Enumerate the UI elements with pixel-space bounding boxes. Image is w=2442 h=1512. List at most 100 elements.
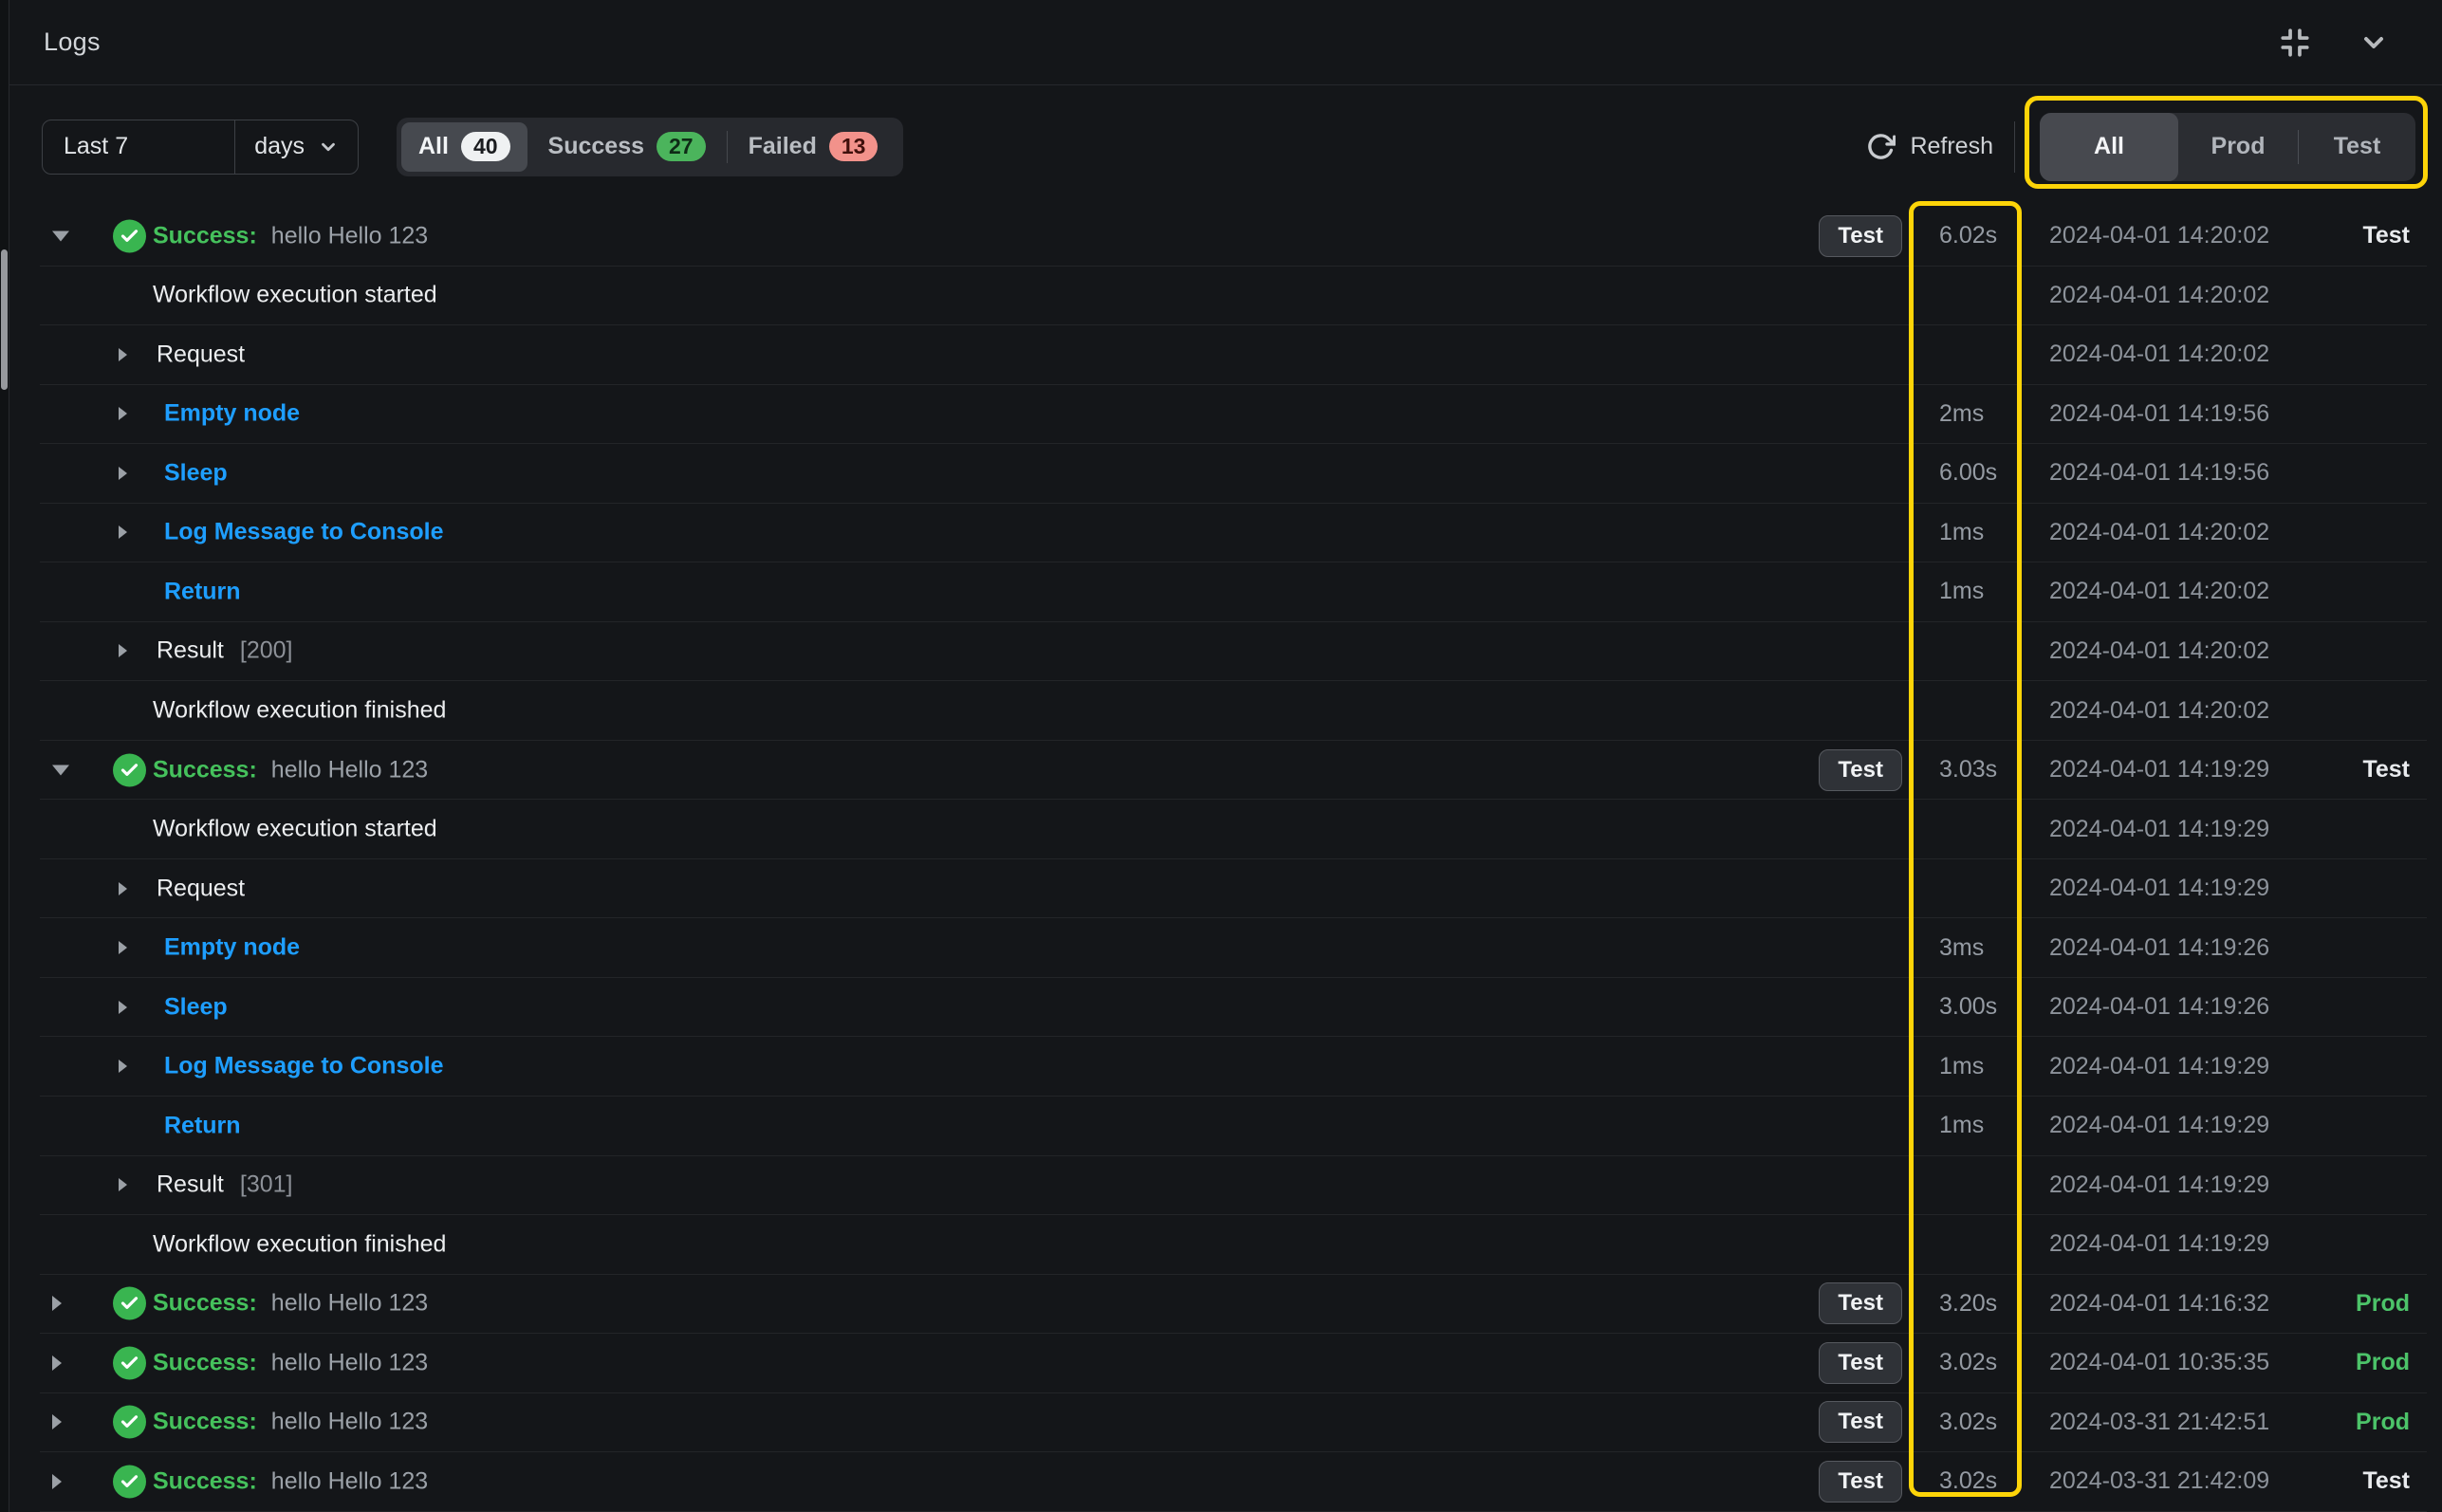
timestamp-cell: 2024-04-01 14:19:29 — [2049, 1052, 2270, 1079]
badge-cell — [1803, 385, 1916, 444]
log-row[interactable]: Log Message to Console 1ms 2024-04-01 14:1… — [40, 1037, 2427, 1097]
env-cell: Prod — [2356, 1408, 2410, 1435]
log-row[interactable]: Workflow execution started 2024-04-01 14:… — [40, 800, 2427, 859]
step-link[interactable]: Empty node — [164, 934, 300, 962]
env-cell: Test — [2362, 1467, 2410, 1495]
log-row[interactable]: Empty node 2ms 2024-04-01 14:19:56 — [40, 385, 2427, 445]
env-cell — [2303, 859, 2427, 918]
step-link[interactable]: Return — [164, 1112, 241, 1139]
caret-right-icon[interactable] — [52, 1473, 62, 1489]
caret-right-icon[interactable] — [119, 1178, 127, 1192]
test-button[interactable]: Test — [1819, 1401, 1902, 1444]
caret-down-icon[interactable] — [52, 230, 69, 242]
test-button[interactable]: Test — [1819, 1460, 1902, 1503]
badge-cell: Test — [1803, 207, 1916, 266]
caret-right-icon[interactable] — [119, 1060, 127, 1074]
step-link[interactable]: Log Message to Console — [164, 1053, 443, 1080]
log-group-row[interactable]: Success: hello Hello 123 Test 6.02s 2024-04-… — [40, 207, 2427, 267]
log-row[interactable]: Sleep 3.00s 2024-04-01 14:19:26 — [40, 978, 2427, 1038]
log-row[interactable]: Sleep 6.00s 2024-04-01 14:19:56 — [40, 444, 2427, 504]
timestamp-cell: 2024-03-31 21:42:09 — [2049, 1467, 2270, 1495]
log-row[interactable]: Return 1ms 2024-04-01 14:19:29 — [40, 1097, 2427, 1156]
env-cell — [2303, 562, 2427, 621]
caret-right-icon[interactable] — [119, 526, 127, 540]
log-row[interactable]: Request 2024-04-01 14:19:29 — [40, 859, 2427, 919]
step-link[interactable]: Empty node — [164, 400, 300, 428]
log-row[interactable]: Empty node 3ms 2024-04-01 14:19:26 — [40, 918, 2427, 978]
log-row[interactable]: Workflow execution started 2024-04-01 14:… — [40, 267, 2427, 326]
log-group-row[interactable]: Success: hello Hello 123 Test 3.20s 2024-04-… — [40, 1275, 2427, 1335]
caret-right-icon[interactable] — [119, 644, 127, 658]
row-main: Success: hello Hello 123 — [40, 1452, 1803, 1511]
duration-cell — [1916, 622, 2028, 681]
refresh-button[interactable]: Refresh — [1866, 132, 1993, 161]
step-text: Result — [157, 1171, 224, 1198]
chevron-down-icon — [322, 142, 335, 151]
test-button[interactable]: Test — [1819, 1341, 1902, 1384]
log-row[interactable]: Result [200] 2024-04-01 14:20:02 — [40, 622, 2427, 682]
range-unit-select[interactable]: days — [235, 120, 358, 174]
caret-right-icon[interactable] — [119, 941, 127, 955]
test-button[interactable]: Test — [1819, 214, 1902, 257]
log-row[interactable]: Result [301] 2024-04-01 14:19:29 — [40, 1156, 2427, 1216]
status-tab-all[interactable]: All 40 — [401, 121, 527, 172]
timestamp-cell: 2024-04-01 14:20:02 — [2049, 222, 2270, 249]
step-link[interactable]: Return — [164, 578, 241, 605]
logs-panel: Logs Last 7 days All 40 Success 27 Faile… — [0, 0, 2442, 1512]
badge-cell — [1803, 504, 1916, 562]
log-group-row[interactable]: Success: hello Hello 123 Test 3.02s 2024-03-… — [40, 1452, 2427, 1512]
caret-down-icon[interactable] — [52, 765, 69, 776]
log-row[interactable]: Request 2024-04-01 14:20:02 — [40, 325, 2427, 385]
caret-right-icon[interactable] — [119, 881, 127, 895]
test-button[interactable]: Test — [1819, 1282, 1902, 1325]
env-cell — [2303, 1156, 2427, 1215]
step-link[interactable]: Sleep — [164, 993, 228, 1021]
time-range-picker: Last 7 days — [42, 119, 359, 175]
row-main: Log Message to Console — [40, 504, 1803, 562]
duration-cell: 3.03s — [1939, 756, 1998, 784]
log-row[interactable]: Workflow execution finished 2024-04-01 14… — [40, 1215, 2427, 1275]
caret-right-icon[interactable] — [52, 1355, 62, 1371]
caret-right-icon[interactable] — [52, 1296, 62, 1312]
caret-right-icon[interactable] — [52, 1414, 62, 1430]
workflow-message: hello Hello 123 — [270, 1289, 429, 1317]
duration-cell: 3.00s — [1939, 993, 1998, 1021]
env-tab-all[interactable]: All — [2040, 112, 2178, 181]
timestamp-cell: 2024-04-01 14:19:26 — [2049, 933, 2270, 961]
log-group-row[interactable]: Success: hello Hello 123 Test 3.03s 2024-04-… — [40, 741, 2427, 801]
row-main: Workflow execution finished — [40, 681, 1803, 740]
log-group-row[interactable]: Success: hello Hello 123 Test 3.02s 2024-04-… — [40, 1334, 2427, 1393]
row-main: Empty node — [40, 385, 1803, 444]
log-group-row[interactable]: Success: hello Hello 123 Test 3.02s 2024-03-… — [40, 1393, 2427, 1453]
step-link[interactable]: Sleep — [164, 459, 228, 487]
chevron-down-icon[interactable] — [2359, 28, 2389, 58]
caret-right-icon[interactable] — [119, 466, 127, 480]
caret-right-icon[interactable] — [119, 1000, 127, 1014]
log-row[interactable]: Workflow execution finished 2024-04-01 14… — [40, 681, 2427, 741]
status-label: Success: — [153, 222, 257, 249]
duration-cell — [1916, 681, 2028, 740]
log-row[interactable]: Return 1ms 2024-04-01 14:20:02 — [40, 562, 2427, 622]
duration-cell — [1916, 1215, 2028, 1274]
caret-right-icon[interactable] — [119, 407, 127, 421]
collapse-icon[interactable] — [2279, 27, 2311, 59]
status-label: Success: — [153, 756, 257, 784]
status-tab-failed[interactable]: Failed 13 — [728, 122, 899, 172]
range-value-input[interactable]: Last 7 — [43, 120, 234, 174]
step-link[interactable]: Log Message to Console — [164, 519, 443, 546]
left-scrollbar[interactable] — [0, 0, 9, 1512]
status-tab-success[interactable]: Success 27 — [527, 122, 727, 172]
timestamp-cell: 2024-04-01 14:19:29 — [2049, 756, 2270, 784]
env-tab-prod[interactable]: Prod — [2178, 113, 2298, 181]
test-button[interactable]: Test — [1819, 748, 1902, 791]
workflow-message: hello Hello 123 — [270, 1408, 429, 1435]
badge-cell — [1803, 1215, 1916, 1274]
scrollbar-thumb[interactable] — [1, 249, 8, 390]
env-tab-test[interactable]: Test — [2299, 113, 2415, 181]
row-main: Success: hello Hello 123 — [40, 1334, 1803, 1392]
success-check-icon — [113, 219, 146, 253]
duration-cell: 3.02s — [1939, 1408, 1998, 1435]
caret-right-icon[interactable] — [119, 347, 127, 361]
log-row[interactable]: Log Message to Console 1ms 2024-04-01 14:2… — [40, 504, 2427, 563]
duration-cell — [1916, 859, 2028, 918]
